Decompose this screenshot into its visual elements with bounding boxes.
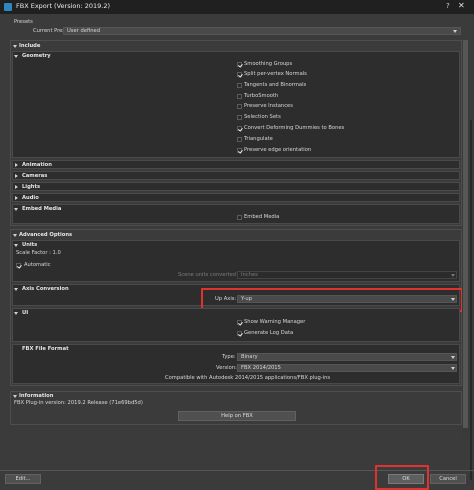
turbosmooth-checkbox[interactable]: [237, 94, 242, 99]
generate-log-checkbox[interactable]: [237, 331, 242, 336]
close-icon[interactable]: ✕: [458, 1, 465, 10]
cancel-button[interactable]: Cancel: [430, 474, 466, 484]
preserve-edge-label: Preserve edge orientation: [244, 147, 312, 153]
preserve-instances-checkbox[interactable]: [237, 104, 242, 109]
type-value: Binary: [241, 354, 258, 360]
help-icon[interactable]: ?: [446, 2, 450, 10]
turbosmooth-label: TurboSmooth: [244, 93, 279, 99]
embed-media-label: Embed Media: [244, 214, 280, 220]
highlight-box: [375, 465, 429, 490]
collapse-icon[interactable]: [14, 310, 20, 317]
scale-factor-text: Scale Factor : 1.0: [16, 250, 61, 256]
preserve-instances-label: Preserve Instances: [244, 103, 293, 109]
collapse-icon[interactable]: [14, 53, 20, 60]
embed-media-header[interactable]: Embed Media: [22, 206, 61, 213]
selection-sets-label: Selection Sets: [244, 114, 281, 120]
scene-units-dropdown[interactable]: Inches: [237, 271, 457, 279]
lights-header[interactable]: Lights: [22, 184, 40, 191]
automatic-checkbox[interactable]: [16, 263, 21, 268]
current-preset-value: User defined: [67, 28, 100, 34]
audio-header[interactable]: Audio: [22, 195, 39, 202]
chevron-down-icon: [451, 367, 455, 370]
triangulate-label: Triangulate: [244, 136, 273, 142]
cameras-section[interactable]: [12, 171, 460, 180]
geometry-header[interactable]: Geometry: [22, 53, 51, 60]
expand-icon[interactable]: [14, 173, 20, 180]
scrollbar-thumb[interactable]: [463, 40, 468, 428]
expand-icon[interactable]: [14, 195, 20, 202]
current-preset-dropdown[interactable]: User defined: [63, 27, 461, 35]
preserve-edge-checkbox[interactable]: [237, 148, 242, 153]
scene-units-label: Scene units converted to:: [178, 272, 245, 278]
collapse-icon[interactable]: [14, 242, 20, 249]
automatic-label: Automatic: [24, 262, 51, 268]
advanced-options-header[interactable]: Advanced Options: [19, 232, 72, 239]
geometry-panel: [12, 51, 460, 158]
tangents-binormals-checkbox[interactable]: [237, 83, 242, 88]
fbx-format-header[interactable]: FBX File Format: [22, 346, 69, 353]
smoothing-groups-label: Smoothing Groups: [244, 61, 293, 67]
compatibility-note: Compatible with Autodesk 2014/2015 appli…: [165, 375, 331, 381]
app-icon: [4, 3, 12, 11]
ui-header[interactable]: UI: [22, 310, 28, 317]
chevron-down-icon: [451, 274, 455, 277]
window-title: FBX Export (Version: 2019.2): [16, 2, 111, 10]
window-edge: [470, 120, 472, 480]
collapse-icon[interactable]: [14, 206, 20, 213]
edit-button[interactable]: Edit...: [5, 474, 41, 484]
chevron-down-icon: [451, 356, 455, 359]
cameras-header[interactable]: Cameras: [22, 173, 47, 180]
smoothing-groups-checkbox[interactable]: [237, 62, 242, 67]
expand-icon[interactable]: [14, 162, 20, 169]
audio-section[interactable]: [12, 193, 460, 202]
units-header[interactable]: Units: [22, 242, 37, 249]
selection-sets-checkbox[interactable]: [237, 115, 242, 120]
axis-conversion-header[interactable]: Axis Conversion: [22, 286, 69, 293]
version-label: Version:: [216, 365, 237, 371]
lights-section[interactable]: [12, 182, 460, 191]
plugin-version-text: FBX Plug-in version: 2019.2 Release (71e…: [14, 400, 143, 406]
information-header[interactable]: Information: [19, 393, 53, 400]
version-value: FBX 2014/2015: [241, 365, 281, 371]
show-warning-label: Show Warning Manager: [244, 319, 306, 325]
type-dropdown[interactable]: Binary: [237, 353, 457, 361]
version-dropdown[interactable]: FBX 2014/2015: [237, 364, 457, 372]
chevron-down-icon: [453, 30, 457, 33]
generate-log-label: Generate Log Data: [244, 330, 294, 336]
embed-media-checkbox[interactable]: [237, 215, 242, 220]
ui-panel: [12, 308, 460, 342]
convert-dummies-checkbox[interactable]: [237, 126, 242, 131]
animation-section[interactable]: [12, 160, 460, 169]
triangulate-checkbox[interactable]: [237, 137, 242, 142]
animation-header[interactable]: Animation: [22, 162, 52, 169]
split-normals-checkbox[interactable]: [237, 72, 242, 77]
type-label: Type:: [222, 354, 236, 360]
tangents-binormals-label: Tangents and Binormals: [244, 82, 307, 88]
help-on-fbx-button[interactable]: Help on FBX: [178, 411, 296, 421]
collapse-icon[interactable]: [14, 286, 20, 293]
scene-units-value: Inches: [241, 272, 258, 278]
presets-header: Presets: [14, 19, 33, 25]
embed-media-panel: [12, 204, 460, 224]
show-warning-checkbox[interactable]: [237, 320, 242, 325]
convert-dummies-label: Convert Deforming Dummies to Bones: [244, 125, 345, 131]
expand-icon[interactable]: [14, 184, 20, 191]
include-header[interactable]: Include: [19, 43, 40, 50]
split-normals-label: Split per-vertex Normals: [244, 71, 307, 77]
